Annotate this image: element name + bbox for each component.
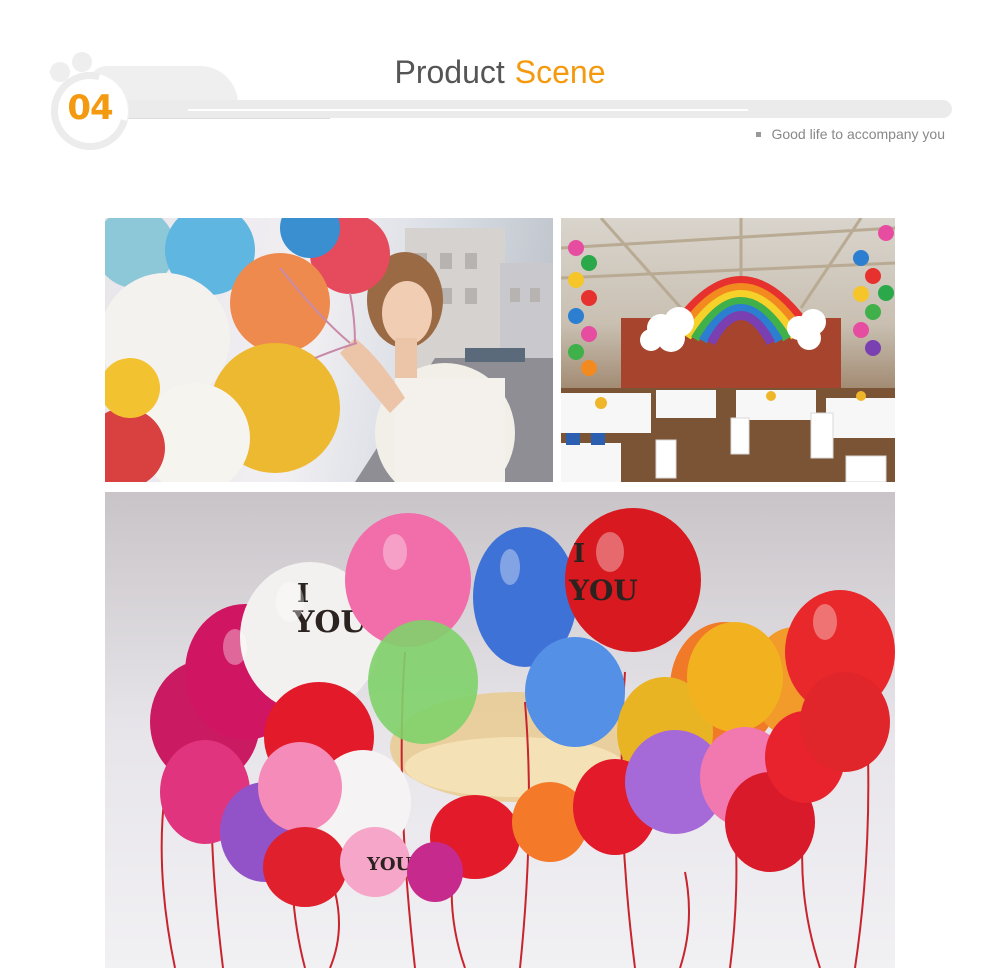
subtitle: Good life to accompany you xyxy=(756,126,945,142)
photo-banquet-hall-rainbow xyxy=(561,218,895,482)
bullet-icon xyxy=(756,131,762,137)
rainbow-arch-illustration xyxy=(561,218,895,482)
balloon-text: YOU xyxy=(568,574,638,607)
subtitle-text: Good life to accompany you xyxy=(771,126,945,142)
woman-balloons-illustration xyxy=(105,218,553,482)
balloon-text: I xyxy=(573,539,585,569)
photo-woman-with-balloons xyxy=(105,218,553,482)
title-word-product: Product xyxy=(394,54,505,90)
ceiling-balloons-illustration: I YOU I YOU YOU xyxy=(150,508,895,968)
section-header: 04 Product Scene Good life to accompany y… xyxy=(0,0,1000,200)
section-number: 04 xyxy=(67,88,113,128)
photo-ceiling-balloons: I YOU I YOU YOU xyxy=(105,492,895,968)
page-title: Product Scene xyxy=(0,54,1000,91)
title-word-scene: Scene xyxy=(514,54,606,90)
balloon-text: YOU xyxy=(366,854,412,875)
decorative-line xyxy=(188,109,748,111)
decorative-line xyxy=(128,118,330,119)
